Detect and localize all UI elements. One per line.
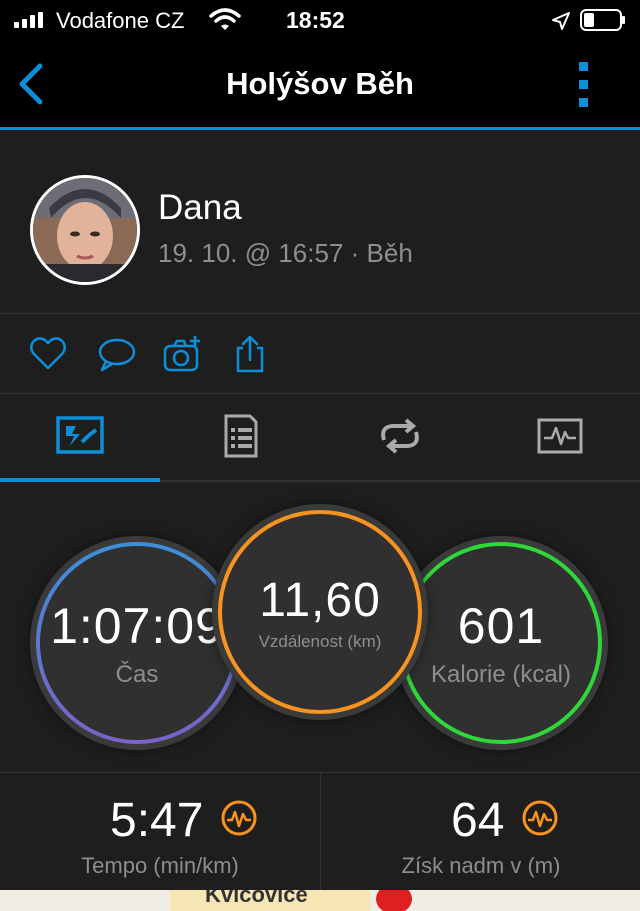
laps-tab-icon bbox=[381, 418, 419, 454]
battery-icon bbox=[580, 9, 625, 31]
tab-overview[interactable] bbox=[0, 394, 160, 482]
carrier-name: Vodafone CZ bbox=[56, 8, 185, 33]
status-time: 18:52 bbox=[286, 7, 345, 33]
wifi-icon bbox=[209, 8, 241, 30]
camera-add-icon[interactable] bbox=[162, 334, 202, 374]
calories-stat[interactable]: 601 Kalorie (kcal) bbox=[400, 542, 602, 744]
user-name[interactable]: Dana bbox=[158, 188, 242, 228]
time-label: Čas bbox=[115, 661, 159, 688]
tab-laps[interactable] bbox=[320, 394, 480, 482]
distance-value: 11,60 bbox=[259, 573, 381, 627]
avatar[interactable] bbox=[30, 175, 140, 285]
time-stat[interactable]: 1:07:09 Čas bbox=[36, 542, 238, 744]
details-tab-icon bbox=[224, 414, 258, 458]
more-vertical-icon[interactable] bbox=[568, 60, 600, 110]
pace-label: Tempo (min/km) bbox=[81, 853, 239, 878]
page-title: Holýšov Běh bbox=[226, 66, 414, 101]
signal-bars-icon bbox=[14, 12, 43, 28]
map-place-label: Kvíčovice bbox=[205, 890, 308, 907]
avatar-image bbox=[33, 178, 137, 282]
nav-bar: Holýšov Běh bbox=[0, 40, 640, 130]
elevation-value: 64 bbox=[451, 794, 505, 847]
map-pin-icon bbox=[376, 890, 412, 911]
time-value: 1:07:09 bbox=[50, 598, 224, 654]
elevation-stat: 64 Získ nadm v (m) bbox=[320, 773, 640, 891]
status-bar: Vodafone CZ 18:52 bbox=[0, 0, 640, 40]
action-bar bbox=[0, 314, 640, 394]
pace-stat: 5:47 Tempo (min/km) bbox=[0, 773, 320, 891]
tab-bar bbox=[0, 394, 640, 482]
calories-label: Kalorie (kcal) bbox=[430, 661, 572, 688]
charts-tab-icon bbox=[537, 418, 583, 454]
activity-header: Dana 19. 10. @ 16:57 · Běh bbox=[0, 130, 640, 314]
distance-label: Vzdálenost (km) bbox=[258, 631, 382, 651]
tab-details[interactable] bbox=[160, 394, 320, 482]
summary-stats: 5:47 Tempo (min/km) 64 Získ nadm v (m) bbox=[0, 772, 640, 891]
elevation-label: Získ nadm v (m) bbox=[401, 853, 561, 878]
tab-charts[interactable] bbox=[480, 394, 640, 482]
elevation-chart-icon[interactable] bbox=[521, 799, 559, 837]
stats-circles: 1:07:09 Čas 601 Kalorie (kcal) 11,60 Vzd… bbox=[0, 482, 640, 772]
distance-stat[interactable]: 11,60 Vzdálenost (km) bbox=[218, 510, 422, 714]
comment-icon[interactable] bbox=[96, 334, 136, 374]
pace-value: 5:47 bbox=[110, 794, 204, 847]
heart-icon[interactable] bbox=[28, 334, 68, 374]
location-arrow-icon bbox=[552, 12, 570, 30]
share-icon[interactable] bbox=[230, 334, 270, 374]
map-preview[interactable]: Kvíčovice bbox=[0, 890, 640, 911]
overview-tab-icon bbox=[56, 416, 104, 454]
calories-value: 601 bbox=[457, 598, 545, 654]
pace-chart-icon[interactable] bbox=[220, 799, 258, 837]
activity-meta: 19. 10. @ 16:57 · Běh bbox=[158, 238, 413, 268]
